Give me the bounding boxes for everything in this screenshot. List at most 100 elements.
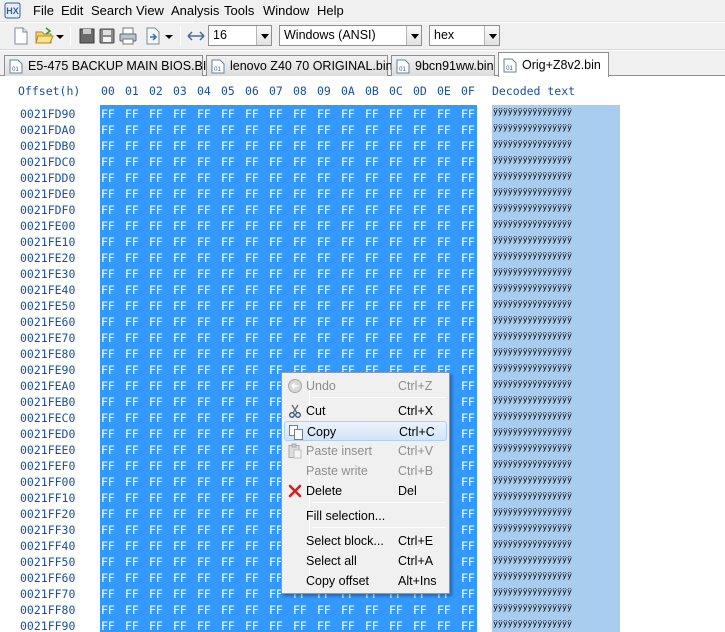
hex-byte[interactable]: FF [461,443,475,457]
hex-byte[interactable]: FF [389,619,403,632]
hex-byte[interactable]: FF [461,491,475,505]
hex-byte[interactable]: FF [197,187,211,201]
hex-byte[interactable]: FF [365,283,379,297]
hex-byte[interactable]: FF [125,411,139,425]
hex-byte[interactable]: FF [197,619,211,632]
hex-byte[interactable]: FF [437,619,451,632]
hex-byte[interactable]: FF [341,171,355,185]
hex-byte[interactable]: FF [173,123,187,137]
decoded-text[interactable]: ÿÿÿÿÿÿÿÿÿÿÿÿÿÿÿÿ [493,362,572,372]
hex-byte[interactable]: FF [341,315,355,329]
decoded-text[interactable]: ÿÿÿÿÿÿÿÿÿÿÿÿÿÿÿÿ [493,330,572,340]
hex-byte[interactable]: FF [365,203,379,217]
hex-byte[interactable]: FF [317,603,331,617]
hex-byte[interactable]: FF [245,187,259,201]
hex-byte[interactable]: FF [389,315,403,329]
hex-byte[interactable]: FF [125,491,139,505]
hex-byte[interactable]: FF [173,331,187,345]
hex-byte[interactable]: FF [461,347,475,361]
decoded-text[interactable]: ÿÿÿÿÿÿÿÿÿÿÿÿÿÿÿÿ [493,458,572,468]
hex-byte[interactable]: FF [413,251,427,265]
decoded-text[interactable]: ÿÿÿÿÿÿÿÿÿÿÿÿÿÿÿÿ [493,314,572,324]
decoded-text[interactable]: ÿÿÿÿÿÿÿÿÿÿÿÿÿÿÿÿ [493,170,572,180]
hex-byte[interactable]: FF [461,555,475,569]
hex-byte[interactable]: FF [197,395,211,409]
hex-byte[interactable]: FF [341,219,355,233]
hex-byte[interactable]: FF [365,603,379,617]
hex-byte[interactable]: FF [221,123,235,137]
hex-byte[interactable]: FF [269,267,283,281]
hex-byte[interactable]: FF [317,107,331,121]
hex-byte[interactable]: FF [101,507,115,521]
hex-byte[interactable]: FF [101,347,115,361]
hex-byte[interactable]: FF [317,267,331,281]
hex-byte[interactable]: FF [413,619,427,632]
hex-byte[interactable]: FF [245,411,259,425]
hex-byte[interactable]: FF [221,299,235,313]
hex-byte[interactable]: FF [221,619,235,632]
hex-byte[interactable]: FF [149,235,163,249]
hex-byte[interactable]: FF [461,331,475,345]
decoded-text[interactable]: ÿÿÿÿÿÿÿÿÿÿÿÿÿÿÿÿ [493,346,572,356]
hex-byte[interactable]: FF [101,603,115,617]
hex-byte[interactable]: FF [149,619,163,632]
hex-byte[interactable]: FF [317,123,331,137]
hex-byte[interactable]: FF [173,395,187,409]
hex-byte[interactable]: FF [173,619,187,632]
hex-byte[interactable]: FF [149,571,163,585]
hex-byte[interactable]: FF [389,123,403,137]
hex-byte[interactable]: FF [197,315,211,329]
hex-byte[interactable]: FF [461,379,475,393]
hex-byte[interactable]: FF [221,155,235,169]
hex-byte[interactable]: FF [365,299,379,313]
hex-byte[interactable]: FF [461,411,475,425]
hex-byte[interactable]: FF [197,363,211,377]
hex-byte[interactable]: FF [389,171,403,185]
hex-byte[interactable]: FF [413,331,427,345]
hex-byte[interactable]: FF [173,603,187,617]
hex-byte[interactable]: FF [197,443,211,457]
hex-byte[interactable]: FF [197,123,211,137]
hex-byte[interactable]: FF [149,411,163,425]
hex-byte[interactable]: FF [149,443,163,457]
hex-byte[interactable]: FF [221,523,235,537]
menu-item-select-all[interactable]: Select all Ctrl+A [284,551,447,571]
decoded-text[interactable]: ÿÿÿÿÿÿÿÿÿÿÿÿÿÿÿÿ [493,106,572,116]
hex-byte[interactable]: FF [365,251,379,265]
hex-byte[interactable]: FF [389,603,403,617]
hex-byte[interactable]: FF [341,331,355,345]
hex-byte[interactable]: FF [413,187,427,201]
menu-tools[interactable]: Tools [223,3,255,19]
hex-byte[interactable]: FF [389,299,403,313]
hex-byte[interactable]: FF [125,395,139,409]
hex-byte[interactable]: FF [389,139,403,153]
decoded-text[interactable]: ÿÿÿÿÿÿÿÿÿÿÿÿÿÿÿÿ [493,490,572,500]
hex-byte[interactable]: FF [293,219,307,233]
hex-byte[interactable]: FF [125,507,139,521]
dropdown-arrow-icon[interactable] [164,26,174,46]
hex-byte[interactable]: FF [245,315,259,329]
menu-item-fill-selection[interactable]: Fill selection... [284,506,447,526]
hex-byte[interactable]: FF [293,331,307,345]
hex-byte[interactable]: FF [149,395,163,409]
hex-byte[interactable]: FF [317,219,331,233]
hex-byte[interactable]: FF [461,187,475,201]
tab-9bcn91ww[interactable]: 01 9bcn91ww.bin [391,55,495,76]
hex-byte[interactable]: FF [173,203,187,217]
hex-byte[interactable]: FF [221,587,235,601]
menu-item-copy[interactable]: Copy Ctrl+C [284,421,447,441]
hex-byte[interactable]: FF [317,315,331,329]
hex-byte[interactable]: FF [461,283,475,297]
hex-byte[interactable]: FF [245,363,259,377]
hex-byte[interactable]: FF [461,475,475,489]
decoded-text[interactable]: ÿÿÿÿÿÿÿÿÿÿÿÿÿÿÿÿ [493,186,572,196]
hex-byte[interactable]: FF [365,219,379,233]
hex-byte[interactable]: FF [221,235,235,249]
decoded-text[interactable]: ÿÿÿÿÿÿÿÿÿÿÿÿÿÿÿÿ [493,138,572,148]
hex-byte[interactable]: FF [125,427,139,441]
disk-icon[interactable] [97,26,117,46]
hex-byte[interactable]: FF [149,363,163,377]
hex-byte[interactable]: FF [149,155,163,169]
hex-byte[interactable]: FF [221,379,235,393]
hex-byte[interactable]: FF [437,251,451,265]
